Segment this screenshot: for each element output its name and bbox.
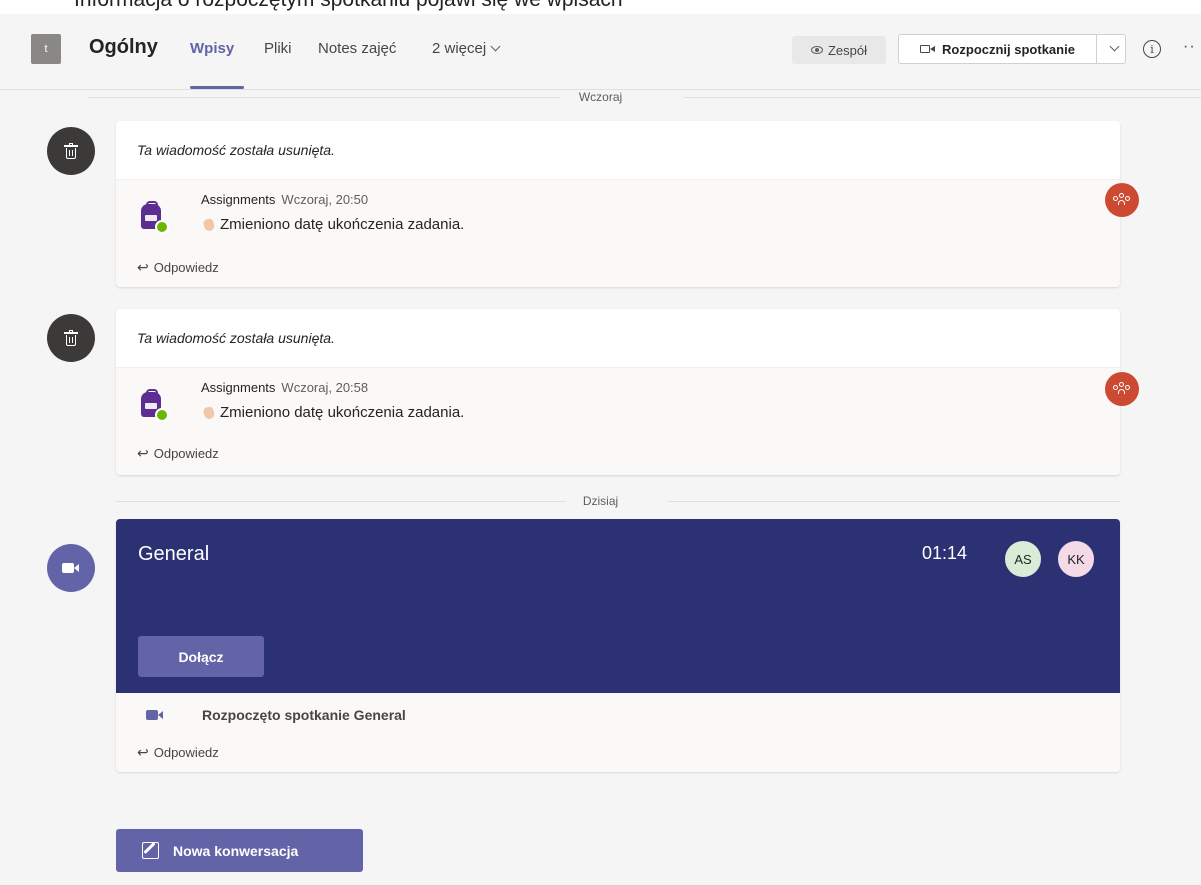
- meeting-footer: Rozpoczęto spotkanie General ↩ Odpowiedz: [116, 693, 1120, 772]
- chevron-down-icon: [490, 41, 501, 52]
- wave-hand-icon: [202, 405, 216, 420]
- avatar[interactable]: AS: [1003, 539, 1043, 579]
- wave-hand-icon: [202, 217, 216, 232]
- caption-text: Informacja o rozpoczętym spotkaniu pojaw…: [74, 0, 623, 12]
- timestamp: Wczoraj, 20:50: [281, 192, 369, 207]
- meeting-timer: 01:14: [922, 543, 968, 563]
- info-icon[interactable]: i: [1143, 40, 1161, 58]
- tab-more[interactable]: 2 więcej: [432, 40, 501, 57]
- channel-header: t Ogólny Wpisy Pliki Notes zajęć 2 więce…: [0, 14, 1201, 90]
- deleted-message-icon: [47, 127, 95, 175]
- team-mention-icon: [1105, 372, 1139, 406]
- trash-icon: [64, 330, 78, 346]
- active-tab-indicator: [190, 86, 244, 89]
- meeting-started-text: Rozpoczęto spotkanie General: [202, 707, 406, 723]
- reply-meta: Assignments Wczoraj, 20:50: [201, 192, 368, 207]
- reply-message: Zmieniono datę ukończenia zadania.: [202, 404, 465, 421]
- tab-more-label: 2 więcej: [432, 40, 487, 57]
- video-camera-icon: [62, 561, 80, 575]
- join-meeting-button[interactable]: Dołącz: [138, 636, 264, 677]
- caption-strip: Informacja o rozpoczętym spotkaniu pojaw…: [0, 0, 1201, 14]
- date-divider-yesterday: Wczoraj: [0, 90, 1201, 104]
- reply-thread: Assignments Wczoraj, 20:50 Zmieniono datę…: [116, 179, 1120, 287]
- reply-button[interactable]: ↩ Odpowiedz: [137, 445, 219, 462]
- meeting-post-icon: [47, 544, 95, 592]
- reply-label: Odpowiedz: [153, 745, 219, 760]
- tab-notes[interactable]: Notes zajęć: [318, 40, 396, 57]
- avatar[interactable]: KK: [1056, 539, 1096, 579]
- meeting-card: General 01:14 AS KK Dołącz Rozpoczęto sp…: [116, 519, 1120, 772]
- reply-label: Odpowiedz: [153, 446, 219, 461]
- reply-button[interactable]: ↩ Odpowiedz: [137, 744, 219, 761]
- start-meeting-button[interactable]: Rozpocznij spotkanie: [898, 34, 1126, 64]
- meeting-banner: General 01:14 AS KK Dołącz: [116, 519, 1120, 693]
- sender-name[interactable]: Assignments: [201, 380, 275, 395]
- post-card: Ta wiadomość została usunięta. Assignmen…: [116, 309, 1120, 475]
- reply-message-text: Zmieniono datę ukończenia zadania.: [220, 404, 465, 421]
- compose-icon: [142, 842, 159, 859]
- tab-pliki[interactable]: Pliki: [264, 40, 292, 57]
- team-avatar[interactable]: t: [31, 34, 61, 64]
- team-button-label: Zespół: [827, 42, 868, 58]
- start-meeting-label: Rozpocznij spotkanie: [942, 41, 1075, 57]
- new-conversation-button[interactable]: Nowa konwersacja: [116, 829, 363, 872]
- new-conversation-label: Nowa konwersacja: [173, 842, 299, 859]
- reply-message: Zmieniono datę ukończenia zadania.: [202, 216, 465, 233]
- video-camera-icon: [146, 708, 164, 722]
- post-card: Ta wiadomość została usunięta. Assignmen…: [116, 121, 1120, 287]
- team-button[interactable]: Zespół: [792, 36, 886, 64]
- team-mention-icon: [1105, 183, 1139, 217]
- trash-icon: [64, 143, 78, 159]
- assignments-app-icon[interactable]: [136, 200, 170, 234]
- deleted-message-icon: [47, 314, 95, 362]
- reply-meta: Assignments Wczoraj, 20:58: [201, 380, 368, 395]
- reply-button[interactable]: ↩ Odpowiedz: [137, 259, 219, 276]
- tab-wpisy[interactable]: Wpisy: [190, 40, 234, 57]
- timestamp: Wczoraj, 20:58: [281, 380, 369, 395]
- deleted-message-text: Ta wiadomość została usunięta.: [137, 330, 335, 346]
- start-meeting-dropdown[interactable]: [1096, 35, 1125, 63]
- reply-arrow-icon: ↩: [137, 259, 149, 275]
- meeting-title: General: [138, 543, 210, 565]
- channel-title: Ogólny: [89, 36, 158, 58]
- reply-message-text: Zmieniono datę ukończenia zadania.: [220, 216, 465, 233]
- reply-arrow-icon: ↩: [137, 744, 149, 760]
- reply-label: Odpowiedz: [153, 260, 219, 275]
- start-meeting-main[interactable]: Rozpocznij spotkanie: [899, 35, 1096, 63]
- chevron-down-icon: [1109, 41, 1119, 51]
- date-divider-today: Dzisiaj: [0, 494, 1201, 508]
- more-options-icon[interactable]: ··: [1183, 38, 1196, 56]
- reply-thread: Assignments Wczoraj, 20:58 Zmieniono datę…: [116, 367, 1120, 475]
- sender-name[interactable]: Assignments: [201, 192, 275, 207]
- deleted-message-text: Ta wiadomość została usunięta.: [137, 142, 335, 158]
- reply-arrow-icon: ↩: [137, 445, 149, 461]
- eye-icon: [810, 46, 823, 54]
- video-camera-icon: [920, 43, 936, 55]
- assignments-app-icon[interactable]: [136, 388, 170, 422]
